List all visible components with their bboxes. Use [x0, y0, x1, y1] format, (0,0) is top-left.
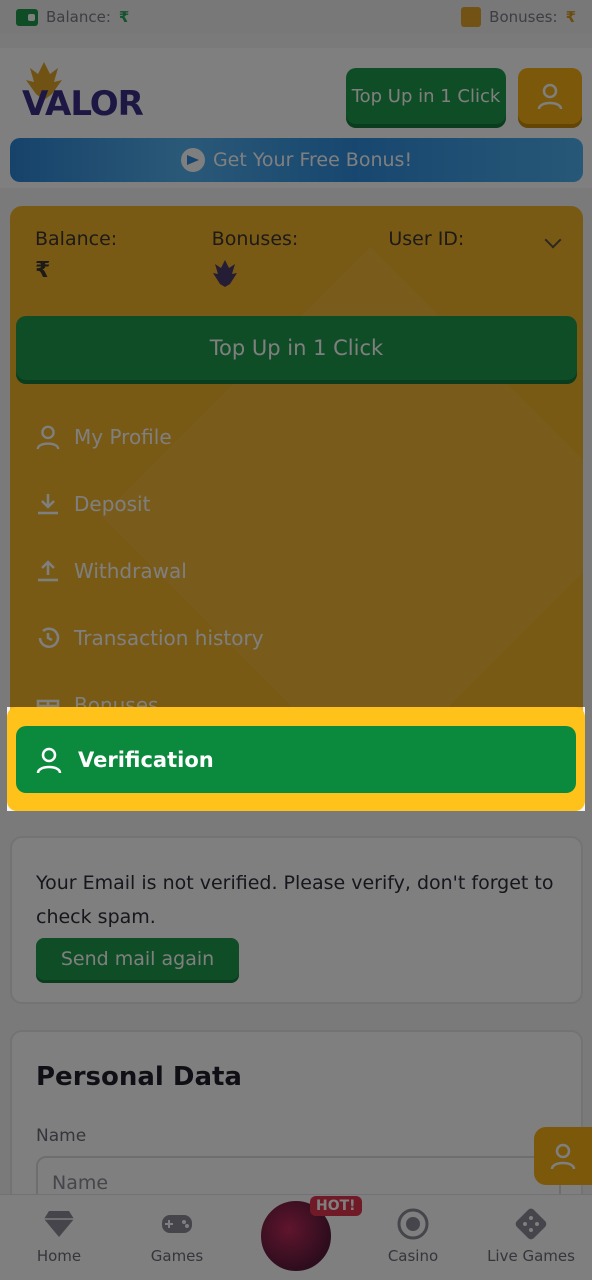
dim-overlay-top	[0, 0, 592, 707]
menu-item-verification[interactable]: Verification	[16, 726, 576, 793]
dim-overlay-right	[585, 707, 592, 811]
dim-overlay-bottom	[0, 811, 592, 1280]
verification-label: Verification	[78, 747, 214, 772]
user-icon	[36, 747, 62, 773]
dim-overlay-left	[0, 707, 7, 811]
verification-highlight: Verification	[7, 707, 585, 811]
